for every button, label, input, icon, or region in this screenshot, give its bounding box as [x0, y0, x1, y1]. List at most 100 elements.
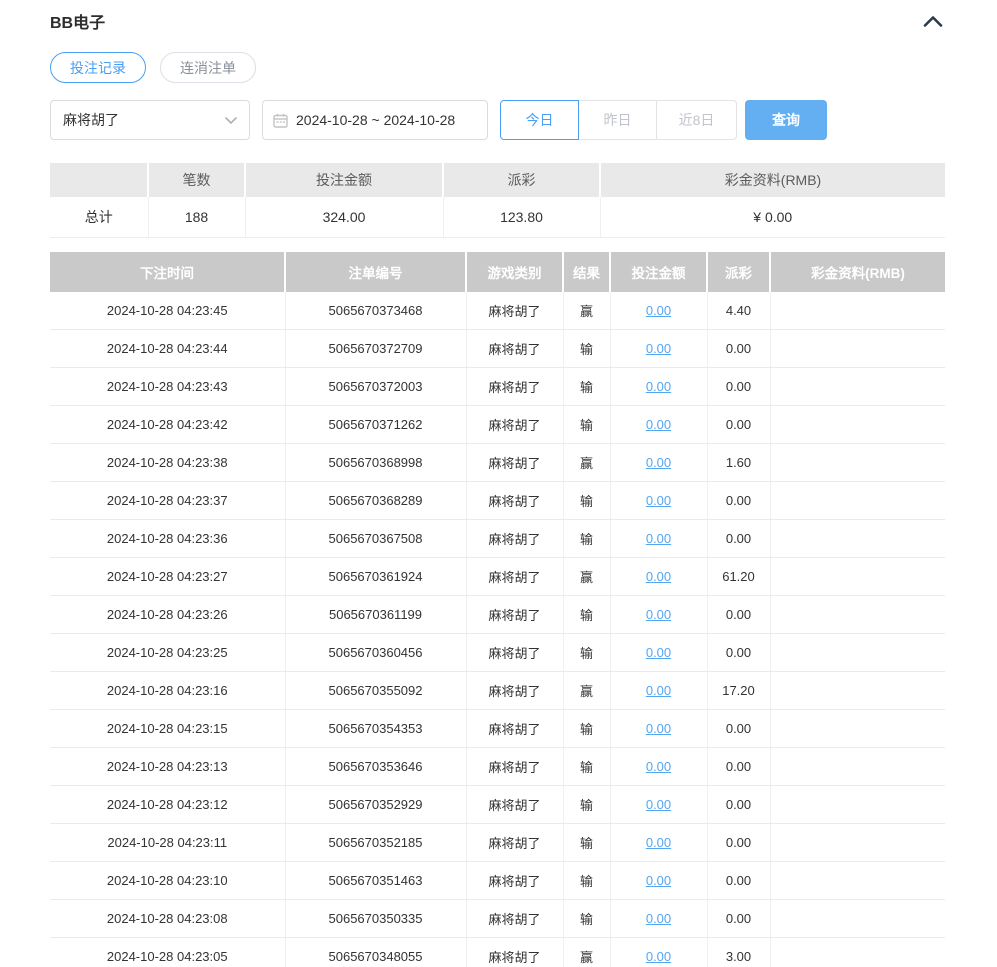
- bet-amount-link[interactable]: 0.00: [646, 759, 671, 774]
- table-row: 2024-10-28 04:23:27 5065670361924 麻将胡了 赢…: [50, 558, 945, 596]
- date-range-input[interactable]: 2024-10-28 ~ 2024-10-28: [262, 100, 488, 140]
- query-button[interactable]: 查询: [745, 100, 827, 140]
- cell-bet-amount: 0.00: [610, 444, 707, 482]
- cell-order-number: 5065670361924: [285, 558, 466, 596]
- cell-payout: 4.40: [707, 292, 770, 330]
- bet-amount-link[interactable]: 0.00: [646, 417, 671, 432]
- bet-amount-link[interactable]: 0.00: [646, 873, 671, 888]
- game-select-value: 麻将胡了: [63, 110, 225, 130]
- quick-button-last8days[interactable]: 近8日: [656, 100, 737, 140]
- table-row: 2024-10-28 04:23:11 5065670352185 麻将胡了 输…: [50, 824, 945, 862]
- summary-total-bonus: ¥ 0.00: [600, 197, 945, 237]
- cell-result: 输: [563, 748, 610, 786]
- bet-amount-link[interactable]: 0.00: [646, 341, 671, 356]
- cell-result: 输: [563, 710, 610, 748]
- cell-bet-time: 2024-10-28 04:23:45: [50, 292, 285, 330]
- date-range-value: 2024-10-28 ~ 2024-10-28: [296, 112, 455, 128]
- cell-order-number: 5065670371262: [285, 406, 466, 444]
- cell-order-number: 5065670367508: [285, 520, 466, 558]
- betting-panel: BB电子 投注记录 连消注单 麻将胡了: [0, 0, 997, 967]
- cell-result: 输: [563, 406, 610, 444]
- cell-bet-time: 2024-10-28 04:23:36: [50, 520, 285, 558]
- table-row: 2024-10-28 04:23:05 5065670348055 麻将胡了 赢…: [50, 938, 945, 967]
- cell-order-number: 5065670372003: [285, 368, 466, 406]
- cell-result: 输: [563, 482, 610, 520]
- bet-amount-link[interactable]: 0.00: [646, 569, 671, 584]
- summary-total-payout: 123.80: [443, 197, 600, 237]
- cell-result: 输: [563, 824, 610, 862]
- cell-bet-time: 2024-10-28 04:23:08: [50, 900, 285, 938]
- table-row: 2024-10-28 04:23:45 5065670373468 麻将胡了 赢…: [50, 292, 945, 330]
- bet-amount-link[interactable]: 0.00: [646, 949, 671, 964]
- cell-bet-time: 2024-10-28 04:23:13: [50, 748, 285, 786]
- bet-amount-link[interactable]: 0.00: [646, 911, 671, 926]
- collapse-button[interactable]: [921, 14, 945, 29]
- summary-table: 笔数 投注金额 派彩 彩金资料(RMB) 总计 188 324.00 123.8…: [50, 163, 945, 238]
- records-header-result: 结果: [563, 252, 610, 292]
- table-row: 2024-10-28 04:23:26 5065670361199 麻将胡了 输…: [50, 596, 945, 634]
- cell-game-type: 麻将胡了: [466, 786, 563, 824]
- cell-payout: 0.00: [707, 406, 770, 444]
- cell-game-type: 麻将胡了: [466, 824, 563, 862]
- table-row: 2024-10-28 04:23:38 5065670368998 麻将胡了 赢…: [50, 444, 945, 482]
- bet-amount-link[interactable]: 0.00: [646, 493, 671, 508]
- cell-payout: 1.60: [707, 444, 770, 482]
- records-header-bet: 投注金额: [610, 252, 707, 292]
- bet-amount-link[interactable]: 0.00: [646, 379, 671, 394]
- quick-button-today[interactable]: 今日: [500, 100, 579, 140]
- cell-payout: 0.00: [707, 520, 770, 558]
- bet-amount-link[interactable]: 0.00: [646, 835, 671, 850]
- cell-bonus: [770, 900, 945, 938]
- cell-result: 赢: [563, 444, 610, 482]
- cell-result: 赢: [563, 292, 610, 330]
- cell-payout: 0.00: [707, 862, 770, 900]
- cell-order-number: 5065670353646: [285, 748, 466, 786]
- cell-game-type: 麻将胡了: [466, 672, 563, 710]
- cell-game-type: 麻将胡了: [466, 900, 563, 938]
- bet-amount-link[interactable]: 0.00: [646, 531, 671, 546]
- cell-bet-amount: 0.00: [610, 900, 707, 938]
- cell-bonus: [770, 862, 945, 900]
- quick-button-yesterday[interactable]: 昨日: [578, 100, 657, 140]
- cell-bonus: [770, 558, 945, 596]
- bet-amount-link[interactable]: 0.00: [646, 303, 671, 318]
- tab-cancelled-orders[interactable]: 连消注单: [160, 52, 256, 83]
- bet-amount-link[interactable]: 0.00: [646, 797, 671, 812]
- cell-game-type: 麻将胡了: [466, 444, 563, 482]
- records-header-row: 下注时间 注单编号 游戏类别 结果 投注金额 派彩 彩金资料(RMB): [50, 252, 945, 292]
- cell-bet-time: 2024-10-28 04:23:44: [50, 330, 285, 368]
- cell-payout: 0.00: [707, 824, 770, 862]
- cell-bet-amount: 0.00: [610, 672, 707, 710]
- cell-game-type: 麻将胡了: [466, 330, 563, 368]
- bet-amount-link[interactable]: 0.00: [646, 683, 671, 698]
- bet-amount-link[interactable]: 0.00: [646, 607, 671, 622]
- summary-total-label: 总计: [50, 197, 148, 237]
- cell-game-type: 麻将胡了: [466, 634, 563, 672]
- table-row: 2024-10-28 04:23:36 5065670367508 麻将胡了 输…: [50, 520, 945, 558]
- page-title: BB电子: [50, 9, 105, 33]
- cell-order-number: 5065670372709: [285, 330, 466, 368]
- game-select[interactable]: 麻将胡了: [50, 100, 250, 140]
- cell-order-number: 5065670352929: [285, 786, 466, 824]
- cell-bet-amount: 0.00: [610, 710, 707, 748]
- bet-amount-link[interactable]: 0.00: [646, 645, 671, 660]
- cell-bet-time: 2024-10-28 04:23:42: [50, 406, 285, 444]
- table-row: 2024-10-28 04:23:15 5065670354353 麻将胡了 输…: [50, 710, 945, 748]
- cell-result: 输: [563, 862, 610, 900]
- summary-header-bonus: 彩金资料(RMB): [600, 163, 945, 197]
- cell-bet-amount: 0.00: [610, 368, 707, 406]
- tab-betting-records[interactable]: 投注记录: [50, 52, 146, 83]
- bet-amount-link[interactable]: 0.00: [646, 721, 671, 736]
- cell-bonus: [770, 330, 945, 368]
- bet-amount-link[interactable]: 0.00: [646, 455, 671, 470]
- summary-header-blank: [50, 163, 148, 197]
- records-header-payout: 派彩: [707, 252, 770, 292]
- cell-order-number: 5065670368289: [285, 482, 466, 520]
- cell-bonus: [770, 406, 945, 444]
- cell-result: 输: [563, 368, 610, 406]
- cell-order-number: 5065670360456: [285, 634, 466, 672]
- cell-bet-amount: 0.00: [610, 824, 707, 862]
- caret-down-icon: [225, 117, 237, 124]
- cell-order-number: 5065670351463: [285, 862, 466, 900]
- cell-bonus: [770, 710, 945, 748]
